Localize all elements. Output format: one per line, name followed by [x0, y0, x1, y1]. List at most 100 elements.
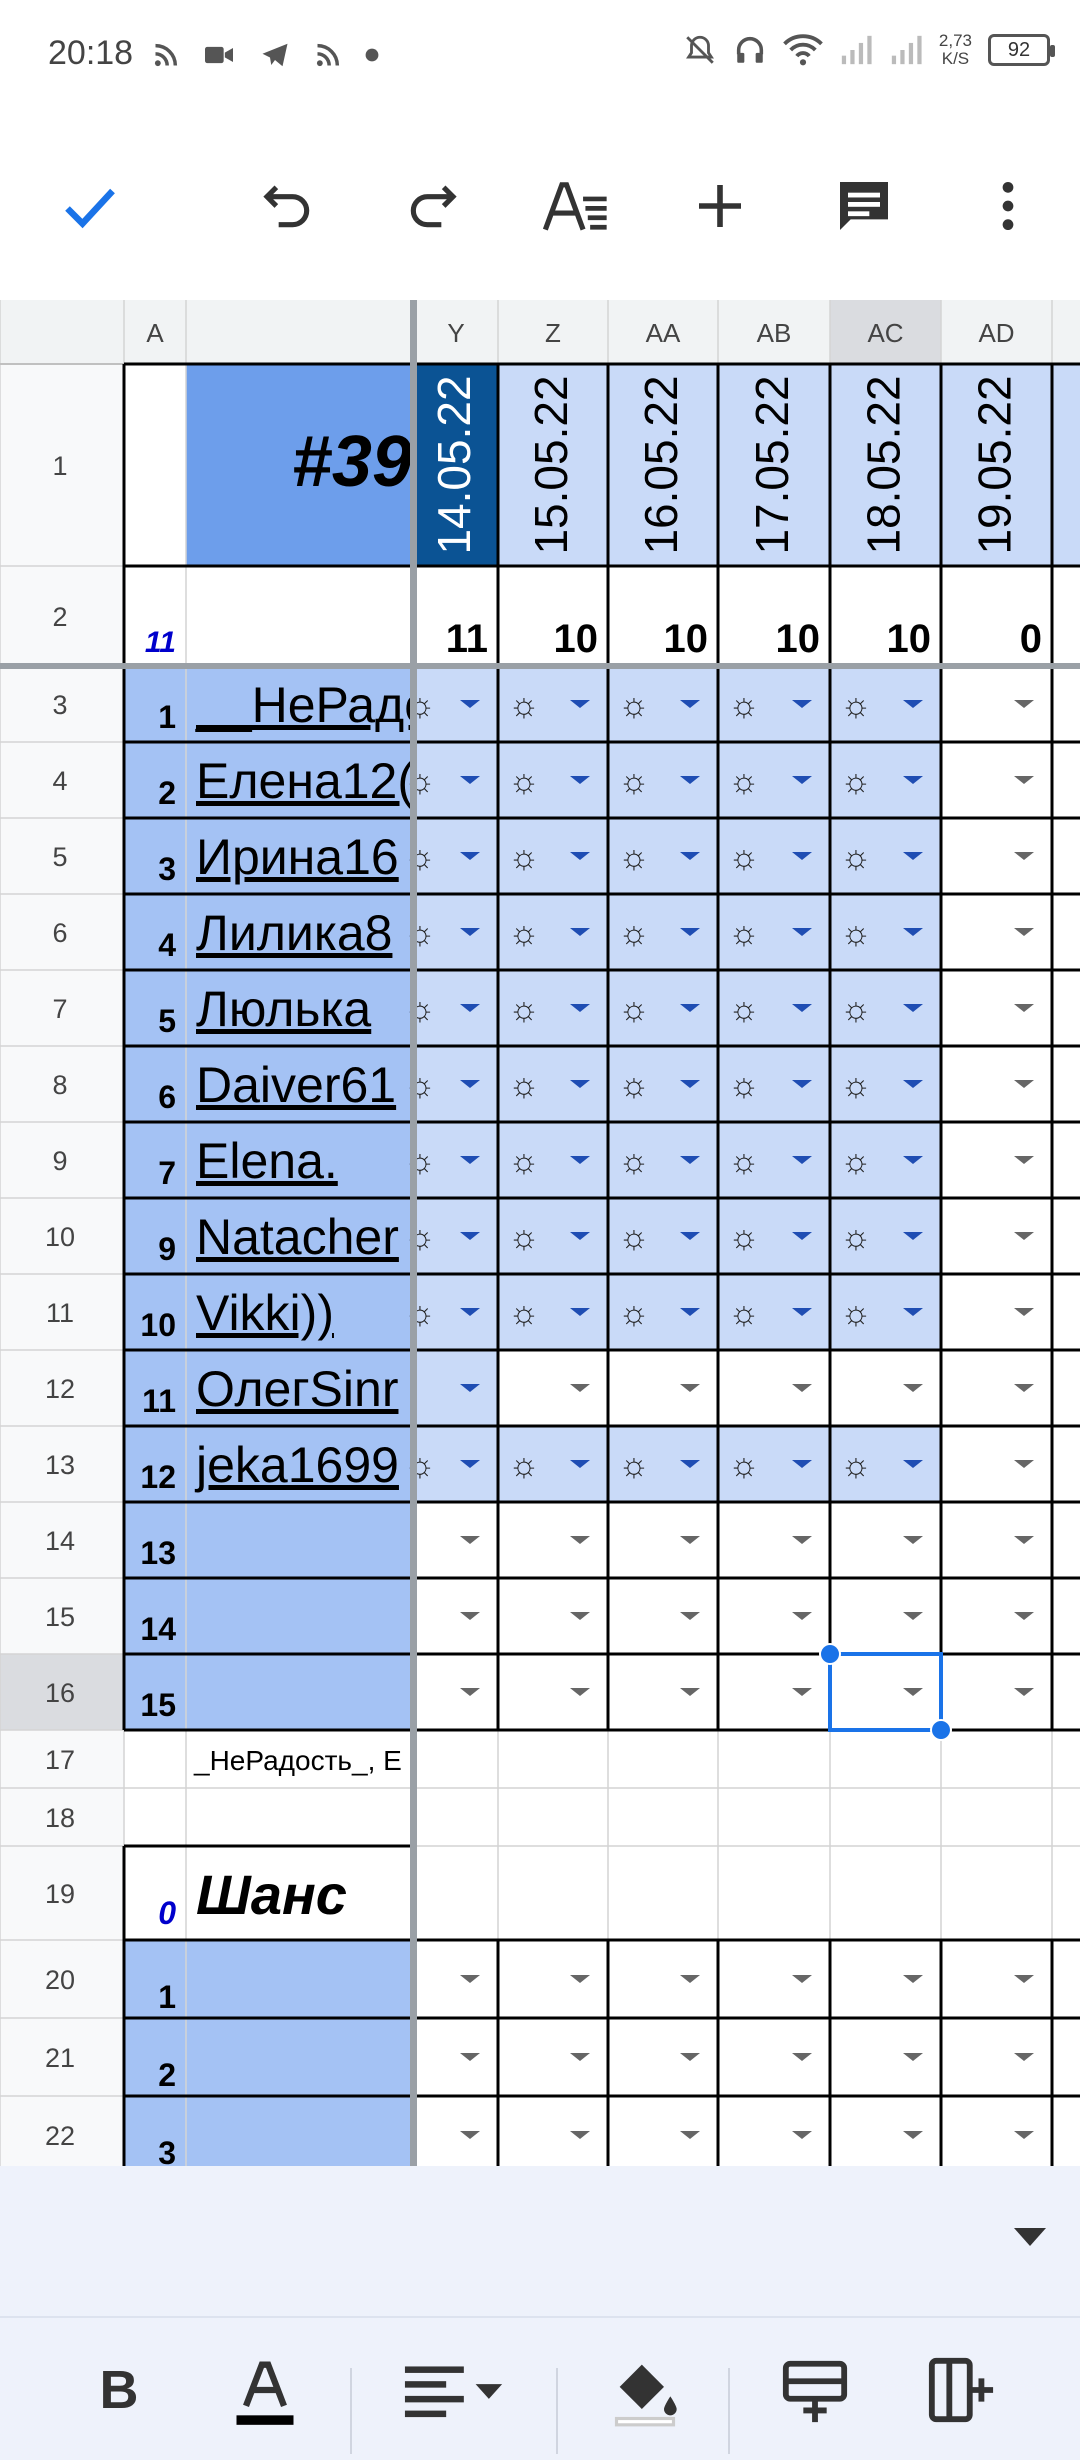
column-header-y[interactable]: Y [447, 318, 464, 348]
spreadsheet-grid[interactable]: A Y Z AA AB AC AD #39 14.05.22 15.05.22 16.05.22 17… [0, 300, 1080, 2166]
speed-value: 2,73 [938, 31, 972, 50]
player-name[interactable]: Vikki)) [196, 1285, 334, 1341]
row-header-20[interactable]: 20 [45, 1965, 75, 1995]
date-cell[interactable]: 19.05.22 [969, 375, 1021, 554]
section-count[interactable]: 0 [158, 1895, 176, 1931]
column-header-aa[interactable]: AA [646, 318, 681, 348]
player-name[interactable]: Лилика8 [196, 905, 392, 961]
frozen-row-divider[interactable] [0, 663, 1080, 669]
row-header-12[interactable]: 12 [45, 1374, 75, 1404]
fill-color-icon[interactable] [600, 2348, 690, 2432]
date-cell[interactable]: 14.05.22 [428, 375, 480, 554]
text-format-icon[interactable] [536, 166, 616, 246]
player-number[interactable]: 14 [140, 1611, 176, 1647]
row-header-15[interactable]: 15 [45, 1602, 75, 1632]
row-header-16[interactable]: 16 [45, 1678, 75, 1708]
row-header-10[interactable]: 10 [45, 1222, 75, 1252]
row-header-6[interactable]: 6 [52, 918, 67, 948]
total-cell[interactable]: 10 [776, 617, 821, 661]
grid-canvas[interactable]: A Y Z AA AB AC AD#39 14.05.22 15.05.22 16.05.22 17… [0, 300, 1080, 2166]
total-cell[interactable]: 10 [887, 617, 932, 661]
player-name[interactable]: Елена12( [196, 753, 414, 809]
player-number[interactable]: 13 [140, 1535, 176, 1571]
player-number[interactable]: 6 [158, 1079, 176, 1115]
column-header-a[interactable]: A [146, 318, 164, 348]
column-header-ac[interactable]: AC [867, 318, 903, 348]
undo-icon[interactable] [248, 166, 328, 246]
align-icon[interactable] [400, 2348, 510, 2432]
row-header-22[interactable]: 22 [45, 2121, 75, 2151]
player-number[interactable]: 10 [140, 1307, 176, 1343]
selection-handle-bottom[interactable] [930, 1719, 952, 1741]
comment-icon[interactable] [824, 166, 904, 246]
row-header-4[interactable]: 4 [52, 766, 67, 796]
date-cell[interactable]: 18.05.22 [858, 375, 910, 554]
row-header-5[interactable]: 5 [52, 842, 67, 872]
player-number[interactable]: 5 [158, 1003, 176, 1039]
frozen-column-divider[interactable] [410, 300, 417, 2166]
more-vert-icon[interactable] [968, 166, 1048, 246]
player-name[interactable]: __НеРадо [195, 677, 432, 733]
player-number[interactable]: 3 [158, 2135, 176, 2166]
row17-text[interactable]: _НеРадость_, E [193, 1745, 402, 1776]
total-cell[interactable]: 11 [446, 617, 488, 661]
section-title[interactable]: Шанс [196, 1863, 347, 1926]
wifi-icon [783, 34, 823, 66]
sun-symbol: ☼ [618, 1142, 649, 1180]
player-number[interactable]: 1 [158, 699, 176, 735]
row-header-11[interactable]: 11 [46, 1298, 74, 1328]
row-header-1[interactable]: 1 [52, 451, 67, 481]
total-cell[interactable]: 0 [1020, 617, 1042, 661]
player-name[interactable]: Ирина16 [196, 829, 399, 885]
row-header-3[interactable]: 3 [52, 690, 67, 720]
insert-row-icon[interactable] [770, 2348, 860, 2432]
text-color-icon[interactable] [220, 2348, 310, 2432]
player-name[interactable]: jeka1699 [194, 1437, 399, 1493]
sun-symbol: ☼ [618, 762, 649, 800]
player-number[interactable]: 1 [158, 1979, 176, 2015]
player-name[interactable]: Daiver61 [196, 1057, 396, 1113]
date-cell[interactable]: 17.05.22 [746, 375, 798, 554]
player-number[interactable]: 4 [158, 927, 176, 963]
column-header-z[interactable]: Z [545, 318, 561, 348]
selection-handle-top[interactable] [819, 1643, 841, 1665]
bold-icon[interactable]: B [74, 2348, 164, 2432]
total-cell[interactable]: 10 [554, 617, 599, 661]
row-header-9[interactable]: 9 [52, 1146, 67, 1176]
checkbox-cell-bg [414, 1350, 498, 1426]
total-cell[interactable]: 10 [664, 617, 709, 661]
player-number[interactable]: 9 [158, 1231, 176, 1267]
date-cell[interactable]: 15.05.22 [525, 375, 577, 554]
row-header-14[interactable]: 14 [45, 1526, 75, 1556]
player-name[interactable]: Natacher [196, 1209, 399, 1265]
player-number[interactable]: 11 [142, 1383, 176, 1419]
player-name[interactable]: Люлька [196, 981, 371, 1037]
row-header-7[interactable]: 7 [52, 994, 67, 1024]
redo-icon[interactable] [392, 166, 472, 246]
player-name[interactable]: Elena. [196, 1133, 338, 1189]
player-number[interactable]: 7 [158, 1155, 176, 1191]
date-cell[interactable]: 16.05.22 [635, 375, 687, 554]
row-header-17[interactable]: 17 [45, 1745, 75, 1775]
row-header-21[interactable]: 21 [45, 2043, 75, 2073]
row-header-8[interactable]: 8 [52, 1070, 67, 1100]
player-number[interactable]: 15 [140, 1687, 176, 1723]
row-header-19[interactable]: 19 [45, 1879, 75, 1909]
column-header-ab[interactable]: AB [757, 318, 792, 348]
add-icon[interactable] [680, 166, 760, 246]
insert-column-icon[interactable] [916, 2348, 1006, 2432]
row2-count[interactable]: 11 [145, 626, 176, 659]
column-header-ad[interactable]: AD [978, 318, 1014, 348]
row-header-13[interactable]: 13 [45, 1450, 75, 1480]
expand-panel-icon[interactable] [1010, 2224, 1050, 2253]
player-number[interactable]: 12 [140, 1459, 176, 1495]
check-icon[interactable] [50, 166, 130, 246]
player-number[interactable]: 3 [158, 851, 176, 887]
player-number[interactable]: 2 [158, 2057, 176, 2093]
player-name[interactable]: ОлегSinr [196, 1361, 398, 1417]
row-header-18[interactable]: 18 [45, 1803, 75, 1833]
row-header-2[interactable]: 2 [52, 602, 67, 632]
player-number[interactable]: 2 [158, 775, 176, 811]
sun-symbol: ☼ [404, 686, 435, 724]
title-cell[interactable]: #39 [292, 422, 412, 502]
